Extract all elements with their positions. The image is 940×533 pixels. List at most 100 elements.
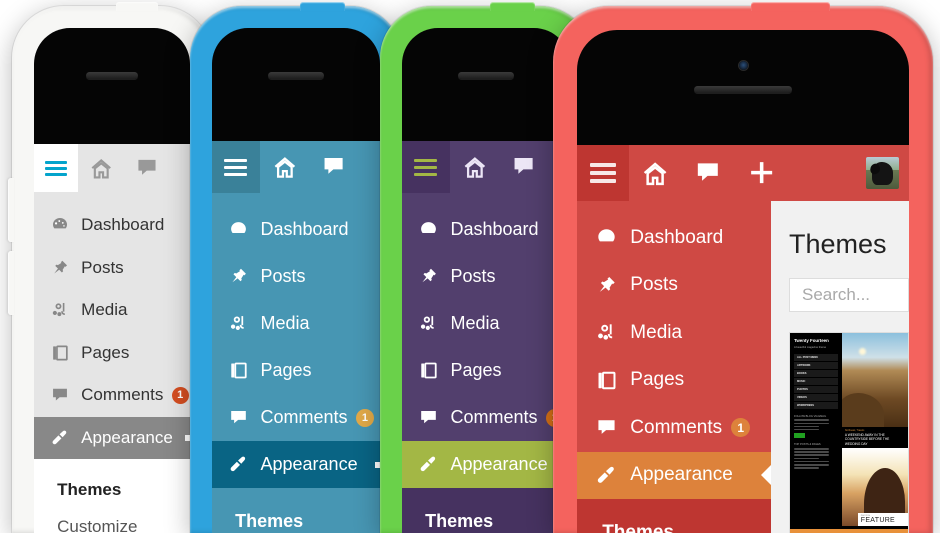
sidebar-item-label: Pages — [630, 369, 685, 391]
menu-icon[interactable] — [402, 141, 450, 193]
media-icon — [416, 314, 442, 333]
menu-icon[interactable] — [34, 144, 79, 192]
appearance-submenu: ThemesCustomize — [577, 499, 771, 533]
menu-icon[interactable] — [212, 141, 260, 193]
admin-menu: Dashboard Posts Media Pages Comments 1 Appeara… — [34, 192, 190, 459]
wp-admin-ui: Dashboard Posts Media Pages Comments 1 Appeara… — [34, 144, 190, 533]
home-icon[interactable] — [260, 141, 309, 193]
sidebar-item-media[interactable]: Media — [577, 309, 771, 357]
theme-card[interactable]: Twenty Fourteen A beautiful magazine the… — [789, 332, 909, 533]
home-icon[interactable] — [629, 145, 682, 201]
screenshot-nav-item: BOOKS — [794, 369, 838, 378]
hamburger-lines — [45, 160, 68, 176]
sidebar-item-comments[interactable]: Comments1 — [577, 404, 771, 452]
screenshot-nav-item: ARTWORK — [794, 361, 838, 370]
comment-bubble-icon[interactable] — [682, 145, 735, 201]
sidebar-item-pages[interactable]: Pages — [402, 347, 570, 394]
admin-toolbar — [577, 145, 909, 201]
screenshot-nav: ALL POST MENU ARTWORK BOOKS MUSIC PHOTOS VIDE… — [794, 353, 838, 410]
comment-bubble-icon[interactable] — [124, 144, 170, 192]
pages-icon — [48, 344, 72, 362]
sidebar-item-label: Media — [81, 300, 128, 320]
pin-icon — [592, 275, 620, 296]
comment-icon — [416, 408, 442, 427]
hamburger-lines — [589, 163, 616, 183]
comment-bubble-icon[interactable] — [499, 141, 548, 193]
screenshot-photo-1 — [841, 333, 908, 428]
volume-button-up[interactable] — [8, 178, 14, 242]
power-button[interactable] — [116, 2, 158, 11]
submenu-item-themes[interactable]: Themes — [425, 501, 570, 533]
home-icon[interactable] — [78, 144, 124, 192]
sidebar-item-dashboard[interactable]: Dashboard — [402, 193, 570, 253]
search-input[interactable]: Search... — [789, 278, 909, 312]
hamburger-lines — [414, 158, 438, 176]
sidebar-item-appearance[interactable]: Appearance — [212, 441, 380, 488]
sidebar-item-pages[interactable]: Pages — [34, 332, 190, 375]
dashboard-icon — [48, 216, 72, 234]
avatar[interactable] — [856, 145, 909, 201]
screenshot-nav-item: PHOTOS — [794, 385, 838, 394]
sidebar-item-label: Dashboard — [450, 219, 539, 239]
media-icon — [592, 322, 620, 343]
comment-bubble-icon[interactable] — [309, 141, 358, 193]
submenu-item-customize[interactable]: Customize — [57, 508, 190, 533]
sidebar-item-comments[interactable]: Comments1 — [402, 394, 570, 441]
brush-icon — [416, 455, 442, 474]
earpiece-speaker — [268, 72, 324, 79]
sidebar-item-appearance[interactable]: Appearance — [577, 451, 771, 499]
submenu-item-themes[interactable]: Themes — [235, 501, 380, 533]
screenshot-widget-2-title: TOP POSTS & PAGES — [794, 443, 821, 447]
phone-blue: Dashboard Posts Media Pages Comments 1 Appeara… — [190, 2, 402, 533]
sidebar-item-posts[interactable]: Posts — [212, 253, 380, 300]
sidebar-item-comments[interactable]: Comments1 — [34, 374, 190, 417]
sidebar-item-dashboard[interactable]: Dashboard — [577, 201, 771, 262]
avatar-image — [866, 156, 899, 190]
comments-count-badge: 1 — [355, 408, 374, 427]
screenshot-nav-item: WORDPRESS — [794, 401, 838, 410]
pin-icon — [48, 259, 72, 277]
sidebar-item-pages[interactable]: Pages — [577, 357, 771, 405]
appearance-submenu: ThemesCustomize — [212, 488, 380, 533]
sidebar-item-appearance[interactable]: Appearance — [402, 441, 570, 488]
appearance-submenu: ThemesCustomize — [34, 459, 190, 533]
phone-screen: Dashboard Posts Media Pages Comments1 Appeara… — [402, 28, 570, 533]
sidebar-item-media[interactable]: Media — [402, 300, 570, 347]
appearance-submenu: ThemesCustomize — [402, 488, 570, 533]
admin-toolbar — [34, 144, 190, 192]
volume-button-down[interactable] — [8, 251, 14, 315]
plus-icon[interactable] — [735, 145, 788, 201]
screenshot-featured: PHOTOS FEATURE — [857, 513, 908, 527]
power-button[interactable] — [750, 2, 831, 11]
sidebar-item-posts[interactable]: Posts — [577, 262, 771, 310]
sidebar-item-label: Posts — [450, 266, 496, 286]
wp-admin-ui: Dashboard Posts Media Pages Comments 1 Appeara… — [212, 141, 380, 533]
sidebar-item-dashboard[interactable]: Dashboard — [34, 192, 190, 247]
screenshot-post-meta: Northeast, Travels A WEEKEND AWAY IN THE… — [841, 427, 908, 449]
sidebar-item-posts[interactable]: Posts — [402, 253, 570, 300]
screenshot-content: Northeast, Travels A WEEKEND AWAY IN THE… — [841, 333, 908, 529]
sidebar-item-media[interactable]: Media — [34, 289, 190, 332]
comments-count-badge: 1 — [171, 386, 189, 404]
power-button[interactable] — [490, 2, 535, 11]
pages-icon — [416, 361, 442, 380]
pin-icon — [416, 267, 442, 286]
power-button[interactable] — [300, 2, 345, 11]
wp-admin-ui: Dashboard Posts Media Pages Comments 1 Appeara… — [577, 145, 909, 533]
comment-icon — [48, 386, 72, 404]
phone-red: Dashboard Posts Media Pages Comments 1 Appeara… — [553, 2, 933, 533]
submenu-item-themes[interactable]: Themes — [602, 512, 771, 533]
sidebar-item-label: Pages — [260, 360, 312, 380]
sidebar-item-media[interactable]: Media — [212, 300, 380, 347]
sidebar-item-posts[interactable]: Posts — [34, 247, 190, 290]
screenshot-nav-item: ALL POST MENU — [794, 353, 838, 362]
sidebar-item-appearance[interactable]: Appearance — [34, 416, 190, 459]
home-icon[interactable] — [450, 141, 499, 193]
sidebar-item-pages[interactable]: Pages — [212, 347, 380, 394]
theme-name-bar: Twenty Fourteen — [790, 529, 908, 533]
menu-icon[interactable] — [577, 145, 629, 201]
admin-menu: Dashboard Posts Media Pages Comments 1 Appeara… — [577, 201, 771, 499]
sidebar-item-comments[interactable]: Comments1 — [212, 394, 380, 441]
sidebar-item-dashboard[interactable]: Dashboard — [212, 193, 380, 253]
submenu-item-themes[interactable]: Themes — [57, 471, 190, 508]
